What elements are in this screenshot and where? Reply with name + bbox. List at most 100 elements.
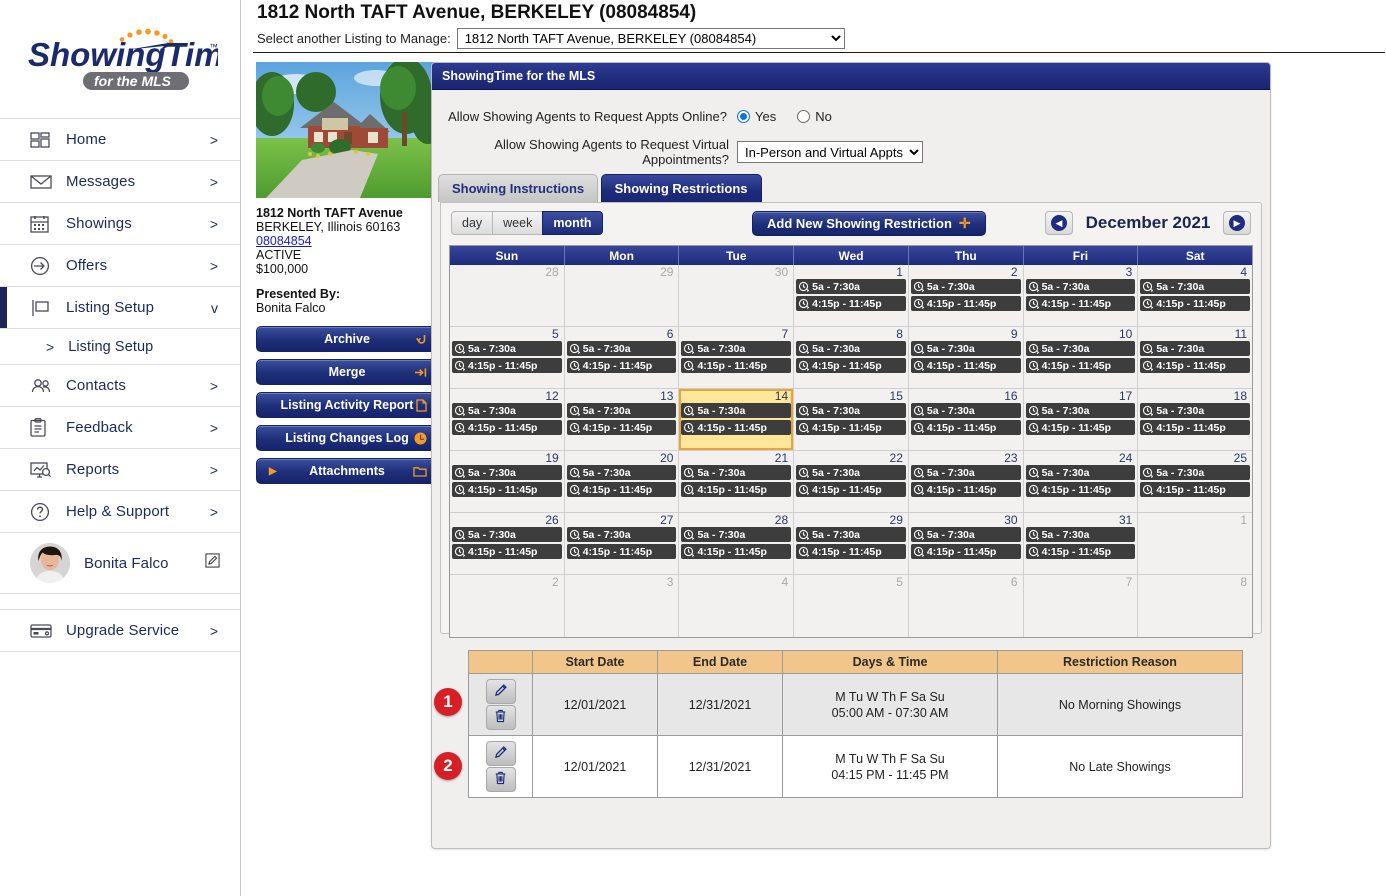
calendar-day-cell[interactable]: 12 5a - 7:30a 4:15p - 11:45p xyxy=(450,389,565,451)
calendar-day-cell[interactable]: 3 5a - 7:30a 4:15p - 11:45p xyxy=(1023,265,1139,327)
calendar-event[interactable]: 4:15p - 11:45p xyxy=(566,358,677,373)
calendar-event[interactable]: 4:15p - 11:45p xyxy=(681,420,792,435)
calendar-day-cell[interactable]: 6 5a - 7:30a 4:15p - 11:45p xyxy=(564,327,680,389)
edit-restriction-button[interactable] xyxy=(485,741,516,766)
pencil-icon[interactable] xyxy=(205,553,220,573)
delete-restriction-button[interactable] xyxy=(485,767,516,792)
calendar-day-cell[interactable]: 5 5a - 7:30a 4:15p - 11:45p xyxy=(450,327,565,389)
calendar-event[interactable]: 5a - 7:30a xyxy=(566,527,677,542)
calendar-event[interactable]: 5a - 7:30a xyxy=(910,465,1021,480)
calendar-day-cell[interactable]: 15 5a - 7:30a 4:15p - 11:45p xyxy=(794,389,909,451)
calendar-event[interactable]: 5a - 7:30a xyxy=(452,403,562,418)
calendar-event[interactable]: 5a - 7:30a xyxy=(566,403,677,418)
calendar-event[interactable]: 4:15p - 11:45p xyxy=(681,482,792,497)
calendar-event[interactable]: 5a - 7:30a xyxy=(1025,403,1136,418)
calendar-event[interactable]: 4:15p - 11:45p xyxy=(1140,482,1251,497)
calendar-day-cell[interactable]: 2 5a - 7:30a 4:15p - 11:45p xyxy=(908,265,1024,327)
calendar-event[interactable]: 5a - 7:30a xyxy=(566,465,677,480)
calendar-day-cell[interactable]: 1 5a - 7:30a 4:15p - 11:45p xyxy=(794,265,909,327)
calendar-event[interactable]: 4:15p - 11:45p xyxy=(1025,544,1136,559)
calendar-day-cell[interactable]: 1 xyxy=(1138,513,1253,575)
calendar-event[interactable]: 4:15p - 11:45p xyxy=(796,420,906,435)
calendar-day-cell[interactable]: 22 5a - 7:30a 4:15p - 11:45p xyxy=(794,451,909,513)
calendar-event[interactable]: 4:15p - 11:45p xyxy=(796,358,906,373)
calendar-event[interactable]: 4:15p - 11:45p xyxy=(452,420,562,435)
calendar-day-cell[interactable]: 5 xyxy=(794,575,909,637)
sidebar-user-profile[interactable]: Bonita Falco xyxy=(0,533,240,594)
calendar-event[interactable]: 4:15p - 11:45p xyxy=(452,358,562,373)
calendar-day-cell[interactable]: 7 5a - 7:30a 4:15p - 11:45p xyxy=(679,327,795,389)
calendar-event[interactable]: 5a - 7:30a xyxy=(1025,465,1136,480)
sidebar-item-showings[interactable]: Showings > xyxy=(0,203,240,245)
calendar-event[interactable]: 5a - 7:30a xyxy=(910,527,1021,542)
calendar-day-cell[interactable]: 8 5a - 7:30a 4:15p - 11:45p xyxy=(794,327,909,389)
calendar-day-cell[interactable]: 30 5a - 7:30a 4:15p - 11:45p xyxy=(908,513,1024,575)
calendar-event[interactable]: 4:15p - 11:45p xyxy=(910,296,1021,311)
calendar-day-cell[interactable]: 14 5a - 7:30a 4:15p - 11:45p xyxy=(679,389,795,451)
calendar-event[interactable]: 4:15p - 11:45p xyxy=(1140,296,1251,311)
sidebar-subitem-listing-setup[interactable]: > Listing Setup xyxy=(0,329,240,365)
calendar-day-cell[interactable]: 8 xyxy=(1138,575,1253,637)
delete-restriction-button[interactable] xyxy=(485,705,516,730)
listing-activity-report-button[interactable]: Listing Activity Report xyxy=(256,392,438,418)
sidebar-item-upgrade-service[interactable]: Upgrade Service > xyxy=(0,610,240,652)
tab-showing-instructions[interactable]: Showing Instructions xyxy=(438,174,599,202)
prev-month-button[interactable]: ◀ xyxy=(1045,211,1073,235)
calendar-event[interactable]: 5a - 7:30a xyxy=(910,279,1021,294)
sidebar-item-reports[interactable]: Reports > xyxy=(0,449,240,491)
calendar-day-cell[interactable]: 25 5a - 7:30a 4:15p - 11:45p xyxy=(1138,451,1253,513)
calendar-day-cell[interactable]: 16 5a - 7:30a 4:15p - 11:45p xyxy=(908,389,1024,451)
calendar-event[interactable]: 4:15p - 11:45p xyxy=(910,420,1021,435)
calendar-event[interactable]: 5a - 7:30a xyxy=(910,403,1021,418)
calendar-day-cell[interactable]: 17 5a - 7:30a 4:15p - 11:45p xyxy=(1023,389,1139,451)
calendar-event[interactable]: 4:15p - 11:45p xyxy=(1025,482,1136,497)
calendar-event[interactable]: 4:15p - 11:45p xyxy=(566,544,677,559)
calendar-day-cell[interactable]: 19 5a - 7:30a 4:15p - 11:45p xyxy=(450,451,565,513)
calendar-event[interactable]: 4:15p - 11:45p xyxy=(796,296,906,311)
calendar-day-cell[interactable]: 18 5a - 7:30a 4:15p - 11:45p xyxy=(1138,389,1253,451)
calendar-event[interactable]: 4:15p - 11:45p xyxy=(1140,358,1251,373)
next-month-button[interactable]: ▶ xyxy=(1223,211,1251,235)
sidebar-item-contacts[interactable]: Contacts > xyxy=(0,365,240,407)
calendar-event[interactable]: 5a - 7:30a xyxy=(910,341,1021,356)
sidebar-item-home[interactable]: Home > xyxy=(0,119,240,161)
calendar-day-cell[interactable]: 29 xyxy=(564,265,680,327)
calendar-event[interactable]: 4:15p - 11:45p xyxy=(910,358,1021,373)
calendar-day-cell[interactable]: 28 5a - 7:30a 4:15p - 11:45p xyxy=(679,513,795,575)
calendar-event[interactable]: 4:15p - 11:45p xyxy=(452,482,562,497)
virtual-appts-select[interactable]: In-Person and Virtual Appts xyxy=(737,141,923,163)
calendar-event[interactable]: 5a - 7:30a xyxy=(796,279,906,294)
calendar-day-cell[interactable]: 13 5a - 7:30a 4:15p - 11:45p xyxy=(564,389,680,451)
merge-button[interactable]: Merge xyxy=(256,359,438,385)
add-new-showing-restriction-button[interactable]: Add New Showing Restriction ✛ xyxy=(752,211,986,236)
calendar-day-cell[interactable]: 4 5a - 7:30a 4:15p - 11:45p xyxy=(1138,265,1253,327)
calendar-event[interactable]: 5a - 7:30a xyxy=(796,527,906,542)
calendar-event[interactable]: 5a - 7:30a xyxy=(452,341,562,356)
calendar-event[interactable]: 5a - 7:30a xyxy=(452,527,562,542)
calendar-day-cell[interactable]: 9 5a - 7:30a 4:15p - 11:45p xyxy=(908,327,1024,389)
attachments-button[interactable]: ▶ Attachments xyxy=(256,458,438,484)
calendar-event[interactable]: 5a - 7:30a xyxy=(796,341,906,356)
listing-select[interactable]: 1812 North TAFT Avenue, BERKELEY (080848… xyxy=(456,28,845,49)
calendar-day-cell[interactable]: 2 xyxy=(450,575,565,637)
calendar-event[interactable]: 4:15p - 11:45p xyxy=(910,482,1021,497)
calendar-day-cell[interactable]: 26 5a - 7:30a 4:15p - 11:45p xyxy=(450,513,565,575)
calendar-event[interactable]: 4:15p - 11:45p xyxy=(566,482,677,497)
view-week-button[interactable]: week xyxy=(492,211,544,235)
calendar-event[interactable]: 4:15p - 11:45p xyxy=(566,420,677,435)
property-mls-link[interactable]: 08084854 xyxy=(256,234,438,248)
sidebar-item-feedback[interactable]: Feedback > xyxy=(0,407,240,449)
radio-yes[interactable] xyxy=(737,109,750,123)
calendar-event[interactable]: 5a - 7:30a xyxy=(566,341,677,356)
view-month-button[interactable]: month xyxy=(542,211,603,235)
calendar-day-cell[interactable]: 21 5a - 7:30a 4:15p - 11:45p xyxy=(679,451,795,513)
calendar-day-cell[interactable]: 3 xyxy=(564,575,680,637)
calendar-day-cell[interactable]: 11 5a - 7:30a 4:15p - 11:45p xyxy=(1138,327,1253,389)
archive-button[interactable]: Archive xyxy=(256,326,438,352)
calendar-day-cell[interactable]: 24 5a - 7:30a 4:15p - 11:45p xyxy=(1023,451,1139,513)
calendar-event[interactable]: 5a - 7:30a xyxy=(796,403,906,418)
calendar-day-cell[interactable]: 23 5a - 7:30a 4:15p - 11:45p xyxy=(908,451,1024,513)
calendar-event[interactable]: 5a - 7:30a xyxy=(1025,341,1136,356)
calendar-event[interactable]: 4:15p - 11:45p xyxy=(796,482,906,497)
calendar-event[interactable]: 4:15p - 11:45p xyxy=(681,358,792,373)
